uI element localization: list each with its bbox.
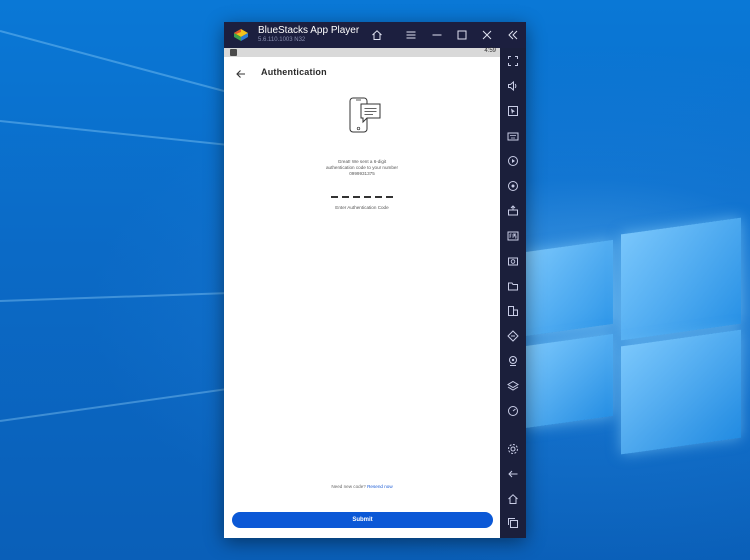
performance-button[interactable]	[504, 402, 522, 420]
close-icon	[482, 30, 492, 40]
keyboard-icon	[507, 132, 519, 141]
performance-icon	[508, 406, 518, 416]
resend-row: Need new code? Resend now	[224, 484, 500, 489]
rotate-button[interactable]	[504, 177, 522, 195]
maximize-icon	[457, 30, 467, 40]
bluestacks-sidebar	[500, 48, 526, 538]
back-arrow-button[interactable]	[234, 67, 248, 81]
fullscreen-button[interactable]	[504, 52, 522, 70]
settings-button[interactable]	[504, 440, 522, 458]
recent-apps-button[interactable]	[504, 514, 522, 532]
layers-icon	[507, 380, 519, 391]
android-back-button[interactable]	[504, 465, 522, 483]
code-digit-slot[interactable]	[375, 196, 382, 198]
eco-mode-icon	[507, 330, 519, 342]
auth-code-input[interactable]	[331, 194, 393, 200]
install-apk-icon	[508, 205, 518, 216]
pointer-icon	[508, 106, 518, 116]
fps-icon	[507, 231, 519, 241]
code-digit-slot[interactable]	[386, 196, 393, 198]
notification-icon	[230, 49, 237, 56]
collapse-sidebar-icon	[508, 30, 518, 40]
maximize-button[interactable]	[453, 26, 471, 44]
folder-button[interactable]	[504, 277, 522, 295]
multi-instance-button[interactable]	[504, 302, 522, 320]
android-home-button[interactable]	[504, 490, 522, 508]
location-button[interactable]	[504, 352, 522, 370]
collapse-sidebar-button[interactable]	[504, 26, 522, 44]
menu-button[interactable]	[402, 26, 420, 44]
close-button[interactable]	[478, 26, 496, 44]
code-digit-slot[interactable]	[353, 196, 360, 198]
code-input-label: Enter Authentication Code	[335, 205, 389, 210]
submit-button[interactable]: Submit	[232, 512, 493, 528]
windows-logo	[525, 217, 750, 455]
fps-button[interactable]	[504, 227, 522, 245]
home-icon	[372, 30, 382, 40]
settings-icon	[508, 444, 518, 454]
auth-message: Great! We sent a 6-digit authentication …	[312, 159, 412, 178]
home-icon	[508, 494, 518, 504]
bluestacks-logo-icon	[232, 27, 250, 43]
status-time: 4:59	[484, 48, 496, 54]
minimize-button[interactable]	[428, 26, 446, 44]
resend-prompt: Need new code?	[331, 484, 366, 489]
screenshot-icon	[508, 257, 518, 266]
install-apk-button[interactable]	[504, 202, 522, 220]
phone-number: 0999931375	[349, 171, 375, 177]
code-digit-slot[interactable]	[364, 196, 371, 198]
screenshot-button[interactable]	[504, 252, 522, 270]
minimize-icon	[432, 34, 442, 36]
keyboard-button[interactable]	[504, 127, 522, 145]
title-bar[interactable]: BlueStacks App Player 5.6.110.1003 N32	[224, 22, 526, 48]
pointer-button[interactable]	[504, 102, 522, 120]
back-icon	[508, 470, 518, 478]
arrow-left-icon	[236, 70, 245, 78]
page-title: Authentication	[261, 67, 327, 77]
android-status-bar: 4:59	[224, 48, 500, 57]
code-digit-slot[interactable]	[331, 196, 338, 198]
bluestacks-window: BlueStacks App Player 5.6.110.1003 N32 4…	[224, 22, 526, 538]
window-version: 5.6.110.1003 N32	[258, 37, 306, 43]
volume-icon	[508, 80, 517, 92]
home-button[interactable]	[368, 26, 386, 44]
app-screen: Authentication Great! We sent a 6-digit …	[224, 57, 500, 538]
phone-message-icon	[347, 96, 383, 136]
folder-icon	[508, 282, 518, 291]
record-button[interactable]	[504, 152, 522, 170]
rotate-icon	[508, 181, 518, 191]
location-icon	[509, 356, 517, 366]
menu-icon	[406, 31, 416, 39]
recent-apps-icon	[508, 518, 518, 528]
fullscreen-icon	[508, 56, 518, 66]
layers-button[interactable]	[504, 377, 522, 395]
eco-mode-button[interactable]	[504, 327, 522, 345]
record-icon	[508, 156, 518, 166]
resend-link[interactable]: Resend now	[367, 484, 393, 489]
volume-button[interactable]	[504, 77, 522, 95]
window-title: BlueStacks App Player	[258, 25, 360, 36]
code-digit-slot[interactable]	[342, 196, 349, 198]
multi-instance-icon	[508, 306, 518, 316]
